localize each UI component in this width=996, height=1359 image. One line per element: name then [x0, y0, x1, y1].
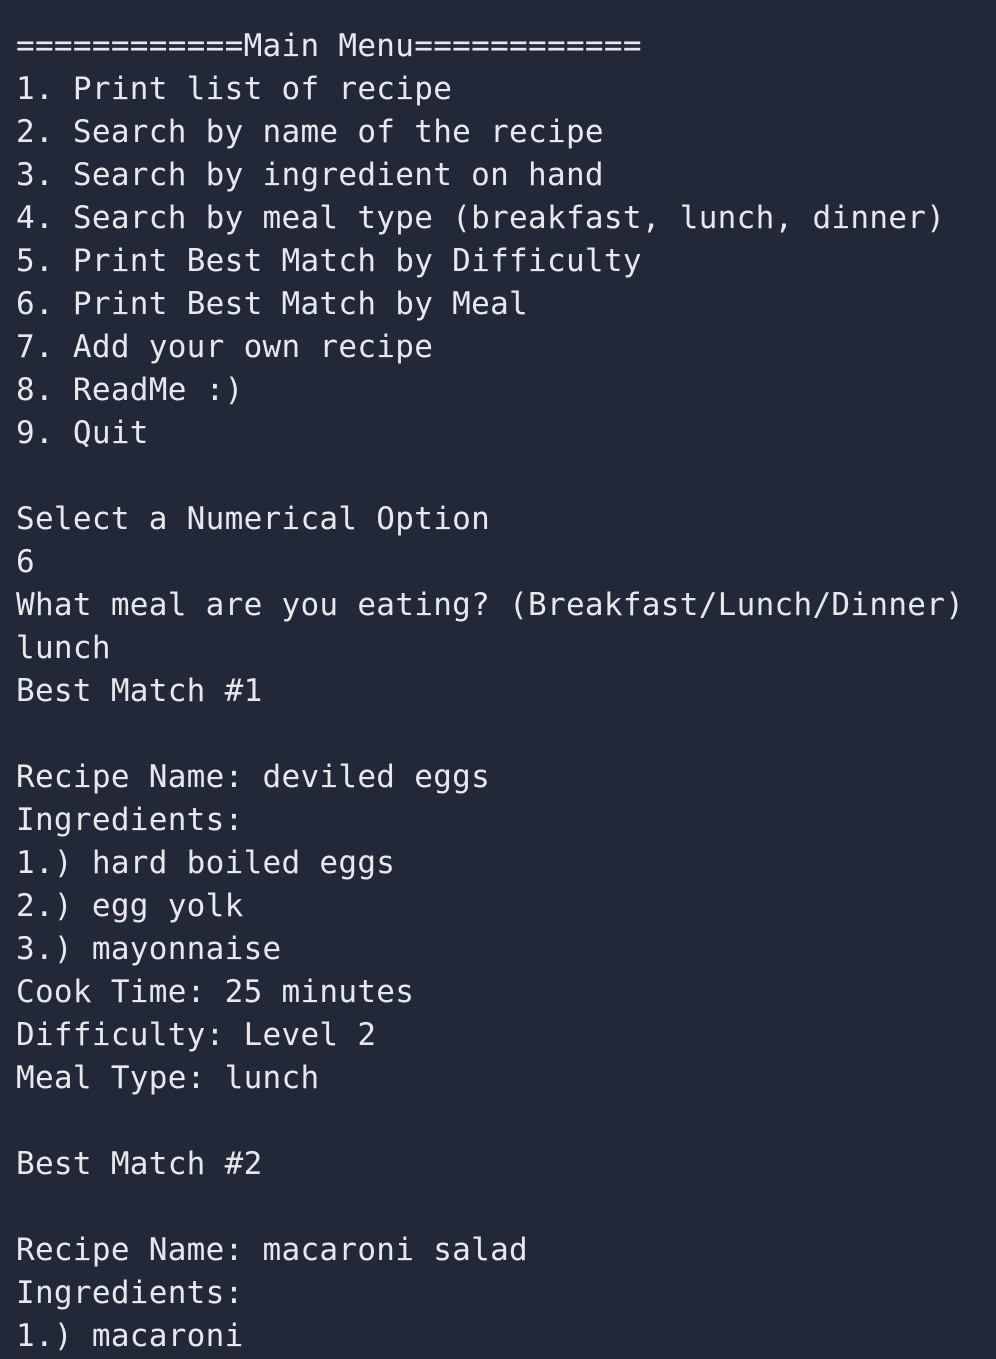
main-menu-header: ============Main Menu============: [16, 28, 642, 64]
best-match-heading: Best Match #2: [16, 1146, 263, 1182]
menu-option-search-meal-type: 4. Search by meal type (breakfast, lunch…: [16, 200, 946, 236]
terminal-window: ============Main Menu============ 1. Pri…: [0, 0, 996, 1359]
recipe-name: Recipe Name: deviled eggs: [16, 759, 491, 795]
menu-option-best-meal: 6. Print Best Match by Meal: [16, 286, 529, 322]
ingredient-item: 3.) mayonnaise: [16, 931, 282, 967]
meal-type: Meal Type: lunch: [16, 1060, 320, 1096]
ingredients-heading: Ingredients:: [16, 1275, 244, 1311]
ingredient-item: 1.) macaroni: [16, 1318, 244, 1354]
menu-option-print-list: 1. Print list of recipe: [16, 71, 453, 107]
menu-option-readme: 8. ReadMe :): [16, 372, 244, 408]
select-option-prompt: Select a Numerical Option: [16, 501, 491, 537]
menu-option-add-recipe: 7. Add your own recipe: [16, 329, 434, 365]
menu-option-search-name: 2. Search by name of the recipe: [16, 114, 604, 150]
ingredient-item: 2.) egg yolk: [16, 888, 244, 924]
menu-option-quit: 9. Quit: [16, 415, 149, 451]
difficulty: Difficulty: Level 2: [16, 1017, 377, 1053]
meal-input[interactable]: lunch: [16, 627, 996, 670]
meal-question-prompt: What meal are you eating? (Breakfast/Lun…: [16, 587, 965, 623]
ingredient-item: 1.) hard boiled eggs: [16, 845, 396, 881]
best-match-heading: Best Match #1: [16, 673, 263, 709]
cook-time: Cook Time: 25 minutes: [16, 974, 415, 1010]
select-option-input[interactable]: 6: [16, 541, 996, 584]
recipe-name: Recipe Name: macaroni salad: [16, 1232, 529, 1268]
menu-option-best-difficulty: 5. Print Best Match by Difficulty: [16, 243, 642, 279]
menu-option-search-ingredient: 3. Search by ingredient on hand: [16, 157, 604, 193]
ingredients-heading: Ingredients:: [16, 802, 244, 838]
